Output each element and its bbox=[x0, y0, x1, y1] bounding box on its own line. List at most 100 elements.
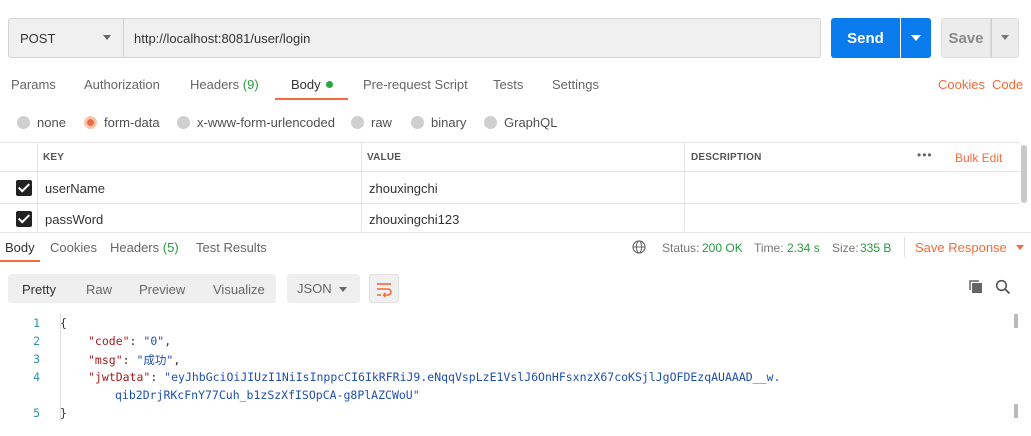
radio-raw[interactable]: raw bbox=[351, 115, 392, 130]
format-select[interactable]: JSON bbox=[287, 274, 360, 303]
active-tab-indicator bbox=[0, 260, 40, 262]
code-scrollbar-bottom[interactable] bbox=[1014, 404, 1018, 418]
tab-label: Tests bbox=[493, 77, 524, 92]
divider bbox=[904, 237, 905, 257]
time-value[interactable]: 2.34 s bbox=[787, 241, 820, 255]
tab-label: Body bbox=[291, 77, 321, 92]
tab-label: Settings bbox=[552, 77, 599, 92]
table-scrollbar[interactable] bbox=[1021, 145, 1027, 203]
param-key[interactable]: userName bbox=[45, 181, 105, 196]
chevron-down-icon bbox=[1016, 245, 1025, 250]
view-visualize-button[interactable]: Visualize bbox=[213, 282, 265, 297]
time-label: Time: bbox=[754, 241, 784, 255]
radio-dot bbox=[351, 116, 364, 129]
code-scrollbar-top[interactable] bbox=[1014, 314, 1018, 328]
tab-count: (9) bbox=[242, 77, 259, 92]
view-raw-button[interactable]: Raw bbox=[86, 282, 112, 297]
json-value: "成功" bbox=[136, 353, 174, 367]
response-tab-cookies[interactable]: Cookies bbox=[50, 240, 97, 255]
wrap-lines-button[interactable] bbox=[369, 274, 399, 303]
radio-label: none bbox=[37, 115, 66, 130]
params-table-header bbox=[0, 142, 1020, 172]
save-response-button[interactable]: Save Response bbox=[915, 240, 1025, 255]
tab-count: (5) bbox=[162, 240, 179, 255]
radio-label: GraphQL bbox=[504, 115, 558, 130]
column-header-description: DESCRIPTION bbox=[691, 152, 762, 163]
radio-x-www-form-urlencoded[interactable]: x-www-form-urlencoded bbox=[177, 115, 335, 130]
radio-graphql[interactable]: GraphQL bbox=[484, 115, 557, 130]
checkbox-checked-icon[interactable] bbox=[16, 180, 32, 196]
tab-settings[interactable]: Settings bbox=[552, 77, 599, 92]
radio-binary[interactable]: binary bbox=[411, 115, 466, 130]
code-line-jwt-continued: qib2DrjRKcFnY77Cuh_b1zSzXfISOpCA-g8PlAZC… bbox=[115, 388, 420, 402]
format-label: JSON bbox=[297, 281, 332, 296]
view-preview-button[interactable]: Preview bbox=[139, 282, 185, 297]
code-link[interactable]: Code bbox=[992, 77, 1023, 92]
line-number: 1 bbox=[33, 316, 40, 330]
search-icon[interactable] bbox=[995, 279, 1011, 295]
radio-dot bbox=[177, 116, 190, 129]
tab-label: Headers bbox=[110, 240, 160, 255]
table-row bbox=[0, 204, 1020, 235]
tab-headers[interactable]: Headers (9) bbox=[190, 77, 259, 92]
url-input[interactable]: http://localhost:8081/user/login bbox=[123, 18, 821, 58]
param-key[interactable]: passWord bbox=[45, 212, 103, 227]
radio-none[interactable]: none bbox=[17, 115, 66, 130]
send-button[interactable]: Send bbox=[831, 18, 900, 58]
table-row bbox=[0, 173, 1020, 204]
tab-label: Headers bbox=[190, 77, 240, 92]
line-number: 2 bbox=[33, 334, 40, 348]
code-line-code: "code": "0", bbox=[88, 334, 172, 348]
method-label: POST bbox=[20, 30, 56, 46]
method-select[interactable]: POST bbox=[8, 18, 123, 58]
tab-pre-request-script[interactable]: Pre-request Script bbox=[363, 77, 468, 92]
globe-icon[interactable] bbox=[632, 240, 646, 254]
response-tab-test-results[interactable]: Test Results bbox=[196, 240, 267, 255]
status-label: Status: bbox=[662, 241, 700, 255]
param-value[interactable]: zhouxingchi123 bbox=[369, 212, 459, 227]
tab-params[interactable]: Params bbox=[11, 77, 56, 92]
line-number: 3 bbox=[33, 352, 40, 366]
radio-label: binary bbox=[431, 115, 467, 130]
size-value[interactable]: 335 B bbox=[860, 241, 891, 255]
status-value[interactable]: 200 OK bbox=[702, 241, 743, 255]
radio-label: form-data bbox=[104, 115, 160, 130]
response-tab-headers[interactable]: Headers (5) bbox=[110, 240, 179, 255]
line-number: 4 bbox=[33, 370, 40, 384]
active-tab-indicator bbox=[275, 98, 348, 100]
url-text: http://localhost:8081/user/login bbox=[134, 30, 311, 46]
view-pretty-button[interactable]: Pretty bbox=[22, 282, 56, 297]
param-value[interactable]: zhouxingchi bbox=[369, 181, 438, 196]
radio-form-data[interactable]: form-data bbox=[84, 115, 160, 130]
tab-authorization[interactable]: Authorization bbox=[84, 77, 160, 92]
send-options-chevron-icon[interactable] bbox=[901, 18, 931, 58]
column-header-value: VALUE bbox=[367, 152, 402, 163]
tab-label: Authorization bbox=[84, 77, 160, 92]
copy-icon[interactable] bbox=[968, 279, 984, 295]
json-value: "0" bbox=[143, 334, 165, 348]
checkbox-checked-icon[interactable] bbox=[16, 211, 32, 227]
radio-label: raw bbox=[371, 115, 392, 130]
code-open-brace: { bbox=[60, 316, 67, 330]
wrap-lines-icon bbox=[377, 283, 392, 298]
save-button[interactable]: Save bbox=[941, 18, 991, 58]
tab-label: Pre-request Script bbox=[363, 77, 468, 92]
chevron-down-icon bbox=[103, 35, 111, 40]
tab-body[interactable]: Body bbox=[291, 77, 333, 92]
bulk-edit-link[interactable]: Bulk Edit bbox=[955, 151, 1002, 165]
tab-tests[interactable]: Tests bbox=[493, 77, 523, 92]
radio-dot-selected bbox=[84, 116, 97, 129]
save-response-label: Save Response bbox=[915, 240, 1007, 255]
radio-label: x-www-form-urlencoded bbox=[197, 115, 335, 130]
cookies-link[interactable]: Cookies bbox=[938, 77, 985, 92]
response-tab-body[interactable]: Body bbox=[5, 240, 35, 255]
json-key: "jwtData" bbox=[88, 370, 151, 384]
json-key: "msg" bbox=[88, 353, 123, 367]
radio-dot bbox=[17, 116, 30, 129]
code-line-msg: "msg": "成功", bbox=[88, 353, 181, 367]
more-options-icon[interactable]: ••• bbox=[917, 148, 933, 162]
modified-dot-icon bbox=[325, 81, 333, 88]
size-label: Size: bbox=[832, 241, 859, 255]
save-options-chevron-icon[interactable] bbox=[991, 18, 1019, 58]
code-close-brace: } bbox=[60, 406, 67, 420]
